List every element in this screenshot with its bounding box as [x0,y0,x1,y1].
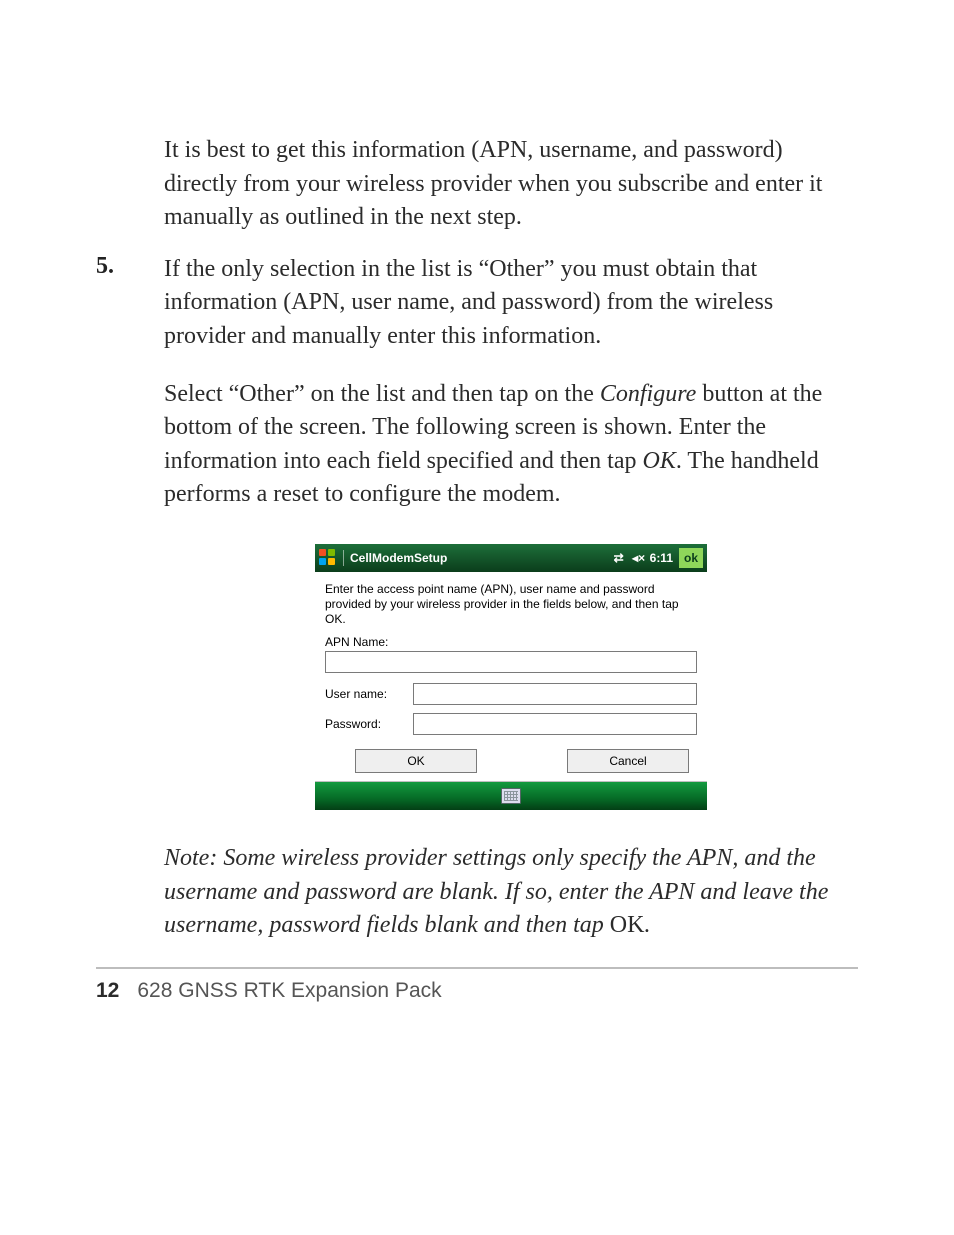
username-input[interactable] [413,683,697,705]
username-label: User name: [325,687,413,701]
step-5: 5. If the only selection in the list is … [96,253,858,354]
window-titlebar: CellModemSetup ⇄ ◂× 6:11 ok [315,544,707,572]
note-paragraph: Note: Some wireless provider settings on… [164,842,858,943]
note-ok: OK [610,912,645,938]
intro-paragraph: It is best to get this information (APN,… [164,134,858,235]
step-5-paragraph-1: If the only selection in the list is “Ot… [164,253,858,354]
page-number: 12 [96,979,119,1003]
step-number: 5. [96,253,164,280]
connectivity-icon[interactable]: ⇄ [612,551,626,565]
footer-rule [96,967,858,969]
keyboard-icon[interactable] [501,788,521,804]
configure-term: Configure [600,381,696,407]
ok-term: OK [643,448,676,474]
page-footer: 12 628 GNSS RTK Expansion Pack [96,979,858,1003]
apn-input[interactable] [325,651,697,673]
windows-logo-icon[interactable] [319,549,337,567]
speaker-icon[interactable]: ◂× [632,551,646,565]
title-separator [343,550,344,566]
cancel-button[interactable]: Cancel [567,749,689,773]
note-text: Note: Some wireless provider settings on… [164,845,828,938]
dialog-instruction: Enter the access point name (APN), user … [325,582,697,627]
cellmodemsetup-screenshot: CellModemSetup ⇄ ◂× 6:11 ok Enter the ac… [164,544,858,810]
password-input[interactable] [413,713,697,735]
dialog-content: Enter the access point name (APN), user … [315,572,707,782]
text-fragment: Select “Other” on the list and then tap … [164,381,600,407]
ok-button[interactable]: OK [355,749,477,773]
book-title: 628 GNSS RTK Expansion Pack [137,979,441,1003]
password-label: Password: [325,717,413,731]
step-5-paragraph-2: Select “Other” on the list and then tap … [164,378,858,512]
window-title: CellModemSetup [350,551,447,565]
titlebar-ok-button[interactable]: ok [679,548,703,568]
apn-label: APN Name: [325,635,697,649]
clock-text[interactable]: 6:11 [650,551,673,565]
bottom-bar [315,782,707,810]
note-suffix: . [644,912,650,938]
